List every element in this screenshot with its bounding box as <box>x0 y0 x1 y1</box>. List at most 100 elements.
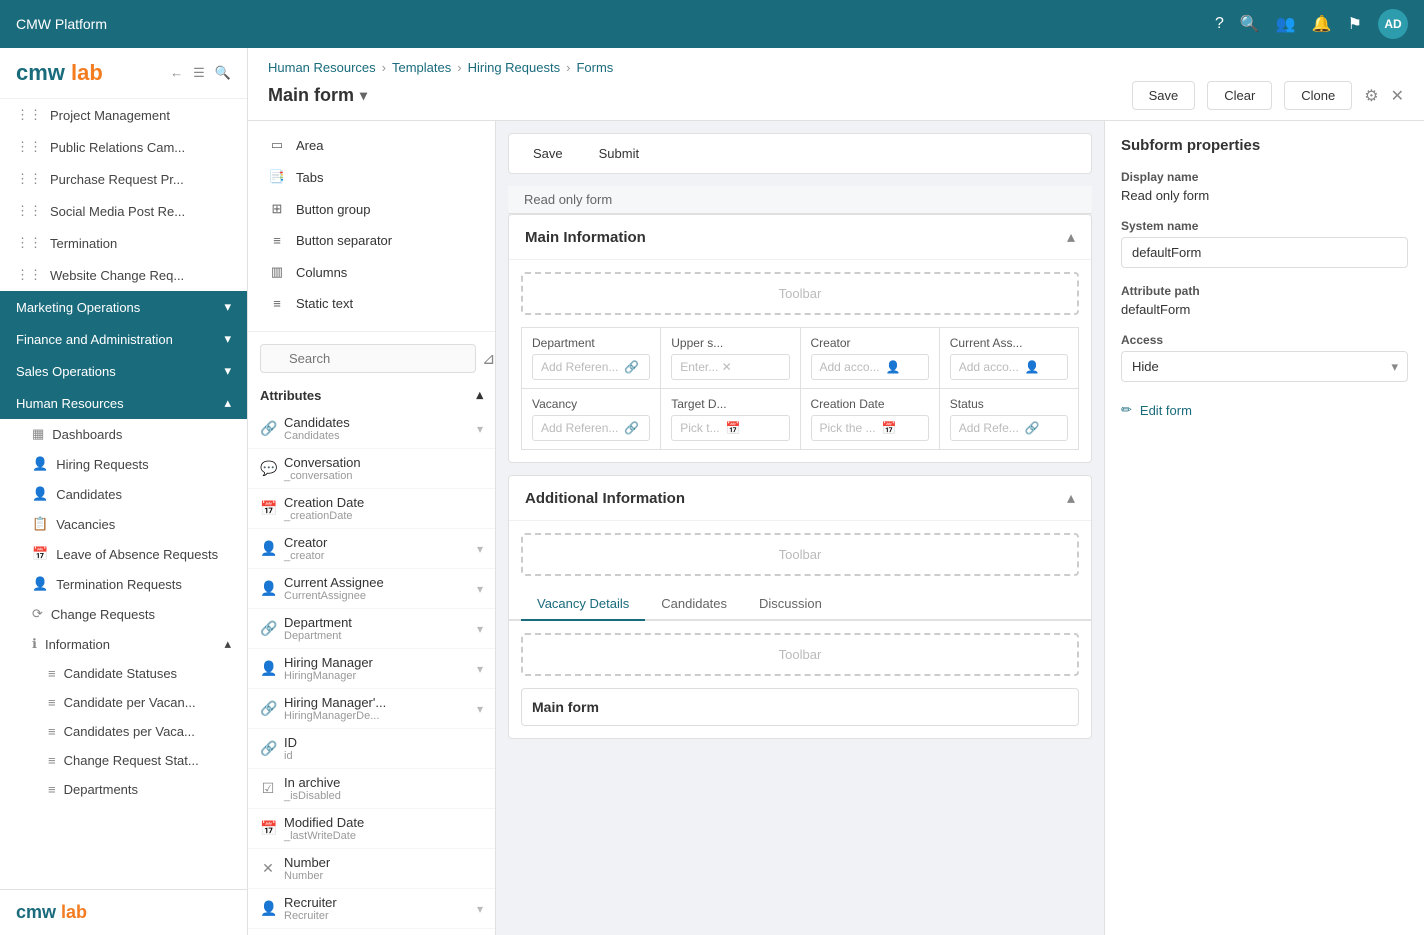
sidebar-item-change-requests[interactable]: ⟳ Change Requests <box>0 599 247 629</box>
attr-modified-date[interactable]: 📅 Modified Date _lastWriteDate <box>248 809 495 849</box>
attr-id[interactable]: 🔗 ID id <box>248 729 495 769</box>
canvas-save-btn[interactable]: Save <box>525 142 571 165</box>
input-status[interactable]: Add Refe... 🔗 <box>950 415 1068 441</box>
element-button-group[interactable]: ⊞ Button group <box>248 193 495 225</box>
attr-creator[interactable]: 👤 Creator _creator ▾ <box>248 529 495 569</box>
sidebar-item-public-relations[interactable]: ⋮⋮ Public Relations Cam... <box>0 131 247 163</box>
user-icon-recruiter: 👤 <box>260 900 276 917</box>
rp-system-name-input[interactable] <box>1121 237 1408 268</box>
main-info-title: Main Information <box>525 229 646 246</box>
sidebar-item-project-mgmt[interactable]: ⋮⋮ Project Management <box>0 99 247 131</box>
sidebar-item-candidate-statuses[interactable]: ≡ Candidate Statuses <box>0 659 247 688</box>
clear-button[interactable]: Clear <box>1207 81 1272 110</box>
sidebar-item-candidates-per-vaca[interactable]: ≡ Candidates per Vaca... <box>0 717 247 746</box>
collapse-main-icon[interactable]: ▴ <box>1067 227 1075 247</box>
info-icon: ℹ <box>32 636 37 652</box>
attr-conversation[interactable]: 💬 Conversation _conversation <box>248 449 495 489</box>
list-icon-4: ≡ <box>48 753 56 768</box>
chevron-hmde: ▾ <box>477 702 483 716</box>
sidebar-item-termination[interactable]: ⋮⋮ Termination <box>0 227 247 259</box>
sidebar-group-marketing[interactable]: Marketing Operations ▾ <box>0 291 247 323</box>
sidebar-item-candidates[interactable]: 👤 Candidates <box>0 479 247 509</box>
sidebar-item-departments[interactable]: ≡ Departments <box>0 775 247 804</box>
additional-info-title: Additional Information <box>525 490 685 507</box>
clone-button[interactable]: Clone <box>1284 81 1352 110</box>
user-icon-creator-input: 👤 <box>886 360 901 374</box>
attr-current-assignee[interactable]: 👤 Current Assignee CurrentAssignee ▾ <box>248 569 495 609</box>
attr-status[interactable]: 🔗 Status Status ▾ <box>248 929 495 935</box>
breadcrumb-hr[interactable]: Human Resources <box>268 60 376 75</box>
input-target-d[interactable]: Pick t... 📅 <box>671 415 789 441</box>
termination-icon: 👤 <box>32 576 48 592</box>
users-icon[interactable]: 👥 <box>1276 14 1296 34</box>
sidebar-item-website-change[interactable]: ⋮⋮ Website Change Req... <box>0 259 247 291</box>
sidebar-group-sales[interactable]: Sales Operations ▾ <box>0 355 247 387</box>
tab-candidates[interactable]: Candidates <box>645 588 743 621</box>
input-vacancy[interactable]: Add Referen... 🔗 <box>532 415 650 441</box>
sidebar-collapse-icon[interactable]: ← <box>170 65 183 81</box>
chevron-hiring-mgr: ▾ <box>477 662 483 676</box>
attr-recruiter[interactable]: 👤 Recruiter Recruiter ▾ <box>248 889 495 929</box>
input-current-ass[interactable]: Add acco... 👤 <box>950 354 1068 380</box>
help-icon[interactable]: ? <box>1215 15 1224 33</box>
breadcrumb-templates[interactable]: Templates <box>392 60 451 75</box>
x-icon-number: ✕ <box>260 860 276 877</box>
canvas-submit-btn[interactable]: Submit <box>591 142 647 165</box>
element-button-separator[interactable]: ≡ Button separator <box>248 225 495 256</box>
input-creation-date[interactable]: Pick the ... 📅 <box>811 415 929 441</box>
sidebar-group-finance[interactable]: Finance and Administration ▾ <box>0 323 247 355</box>
sidebar-item-purchase-request[interactable]: ⋮⋮ Purchase Request Pr... <box>0 163 247 195</box>
sidebar-search-icon[interactable]: 🔍 <box>215 65 231 81</box>
search-input[interactable] <box>260 344 476 373</box>
breadcrumb-forms[interactable]: Forms <box>576 60 613 75</box>
attr-number[interactable]: ✕ Number Number <box>248 849 495 889</box>
sidebar-item-dashboards[interactable]: ▦ Dashboards <box>0 419 247 449</box>
element-static-text[interactable]: ≡ Static text <box>248 288 495 319</box>
sidebar-item-leave-requests[interactable]: 📅 Leave of Absence Requests <box>0 539 247 569</box>
element-columns[interactable]: ▥ Columns <box>248 256 495 288</box>
tab-discussion[interactable]: Discussion <box>743 588 838 621</box>
attr-in-archive[interactable]: ☑ In archive _isDisabled <box>248 769 495 809</box>
element-tabs[interactable]: 📑 Tabs <box>248 161 495 193</box>
flag-icon[interactable]: ⚑ <box>1348 14 1362 34</box>
attr-hiring-manager[interactable]: 👤 Hiring Manager HiringManager ▾ <box>248 649 495 689</box>
sidebar-item-change-request-stat[interactable]: ≡ Change Request Stat... <box>0 746 247 775</box>
attr-candidates[interactable]: 🔗 Candidates Candidates ▾ <box>248 409 495 449</box>
sidebar-group-hr[interactable]: Human Resources ▴ <box>0 387 247 419</box>
chevron-down-icon-2: ▾ <box>224 331 231 347</box>
sidebar-item-social-media[interactable]: ⋮⋮ Social Media Post Re... <box>0 195 247 227</box>
attr-creation-date[interactable]: 📅 Creation Date _creationDate <box>248 489 495 529</box>
input-department[interactable]: Add Referen... 🔗 <box>532 354 650 380</box>
sidebar-footer: cmw lab <box>0 889 247 935</box>
sidebar-nav: ⋮⋮ Project Management ⋮⋮ Public Relation… <box>0 99 247 889</box>
input-creator[interactable]: Add acco... 👤 <box>811 354 929 380</box>
search-icon[interactable]: 🔍 <box>1240 14 1260 34</box>
breadcrumb-hiring-requests[interactable]: Hiring Requests <box>468 60 561 75</box>
form-title[interactable]: Main form ▾ <box>268 85 367 106</box>
attributes-collapse-icon[interactable]: ▴ <box>476 387 483 403</box>
close-icon[interactable]: ✕ <box>1391 86 1404 106</box>
avatar[interactable]: AD <box>1378 9 1408 39</box>
attr-department[interactable]: 🔗 Department Department ▾ <box>248 609 495 649</box>
input-upper-s[interactable]: Enter... ✕ <box>671 354 789 380</box>
element-area[interactable]: ▭ Area <box>248 129 495 161</box>
main-information-section: Main Information ▴ Toolbar Department Ad… <box>508 214 1092 463</box>
sidebar-item-information[interactable]: ℹ Information ▴ <box>0 629 247 659</box>
vacancies-icon: 📋 <box>32 516 48 532</box>
save-button[interactable]: Save <box>1132 81 1196 110</box>
sidebar-item-termination-requests[interactable]: 👤 Termination Requests <box>0 569 247 599</box>
settings-icon[interactable]: ⚙ <box>1364 86 1378 106</box>
sidebar-item-vacancies[interactable]: 📋 Vacancies <box>0 509 247 539</box>
sidebar-item-candidate-per-vacan[interactable]: ≡ Candidate per Vacan... <box>0 688 247 717</box>
collapse-additional-icon[interactable]: ▴ <box>1067 488 1075 508</box>
bell-icon[interactable]: 🔔 <box>1312 14 1332 34</box>
sidebar-menu-icon[interactable]: ☰ <box>193 65 205 81</box>
search-row: 🔍 ⊿ <box>248 336 495 381</box>
tab-vacancy-details[interactable]: Vacancy Details <box>521 588 645 621</box>
sidebar-item-hiring-requests[interactable]: 👤 Hiring Requests <box>0 449 247 479</box>
filter-icon[interactable]: ⊿ <box>482 349 495 369</box>
edit-form-button[interactable]: ✏ Edit form <box>1121 402 1192 418</box>
rp-access-select[interactable]: Hide Show Read only <box>1121 351 1408 382</box>
app-layout: cmw lab ← ☰ 🔍 ⋮⋮ Project Management ⋮⋮ P… <box>0 48 1424 935</box>
attr-hiring-manager-dept[interactable]: 🔗 Hiring Manager'... HiringManagerDe... … <box>248 689 495 729</box>
